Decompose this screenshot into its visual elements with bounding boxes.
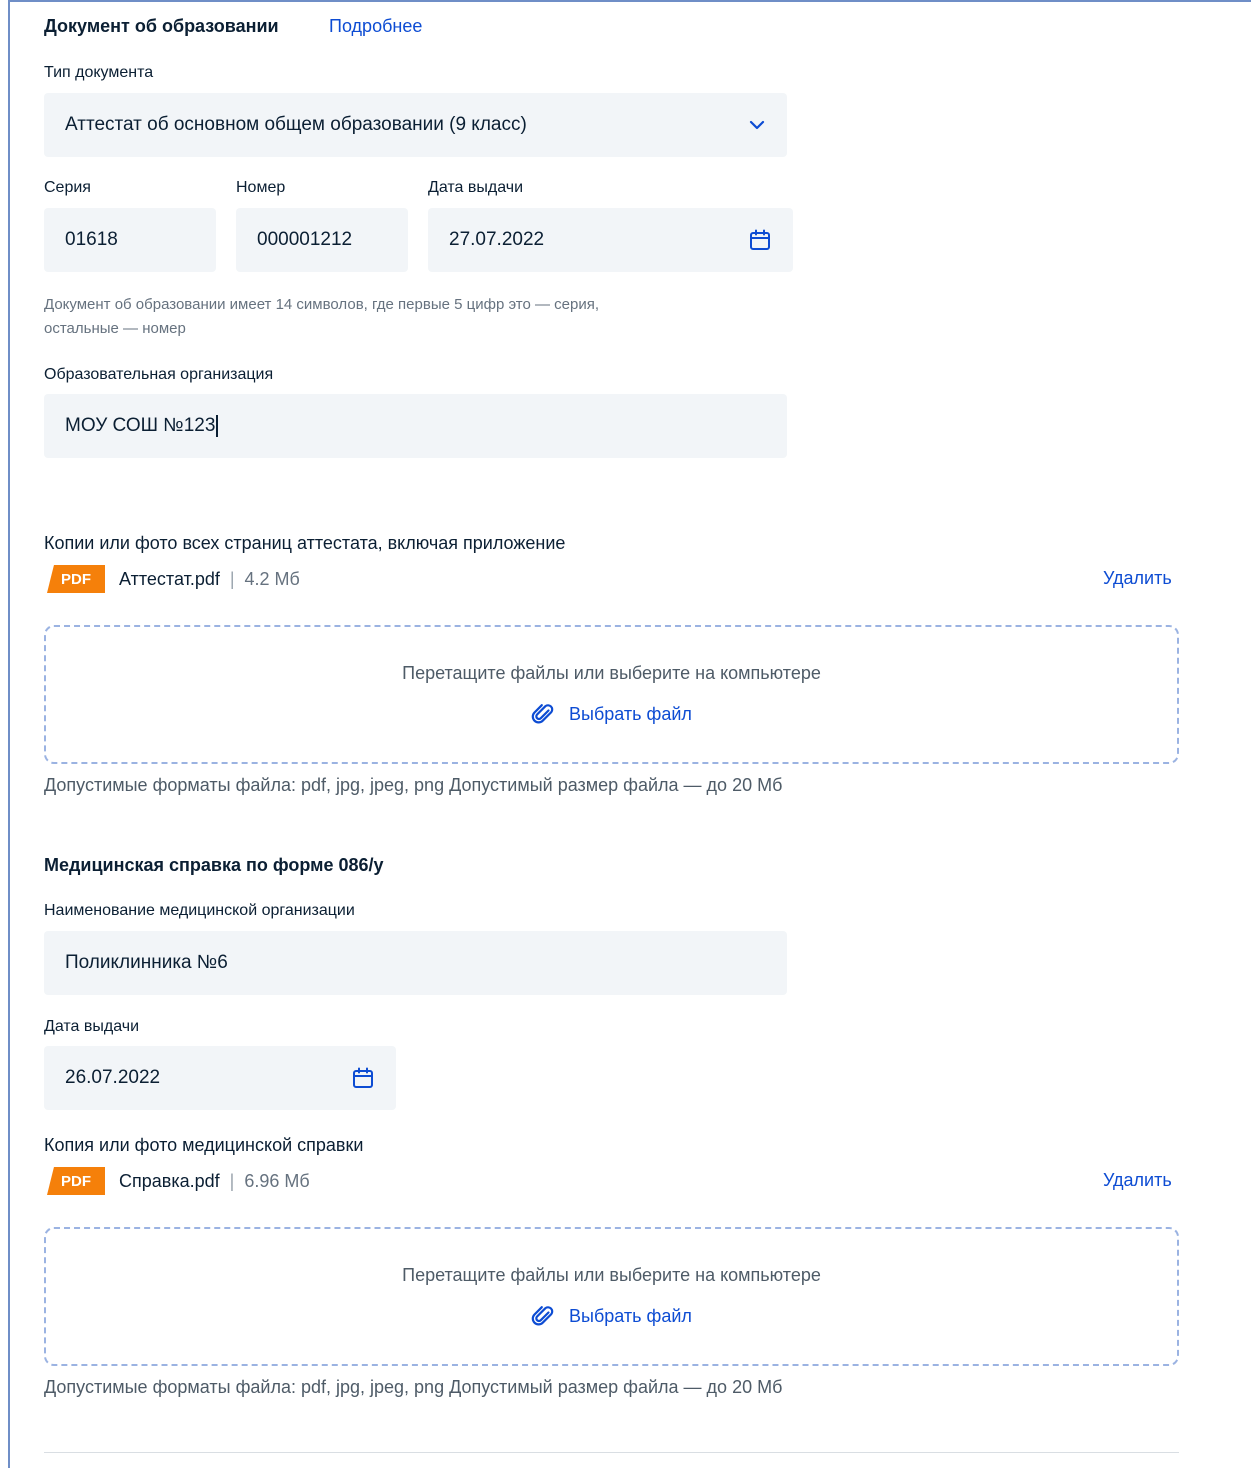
chevron-down-icon xyxy=(749,120,765,130)
number-input[interactable]: 000001212 xyxy=(236,208,408,272)
issue-date-label: Дата выдачи xyxy=(428,179,524,196)
org-label: Образовательная организация xyxy=(44,366,274,383)
org-value: МОУ СОШ №123 xyxy=(65,415,216,436)
hint-line-1: Документ об образовании имеет 14 символо… xyxy=(44,296,600,313)
hint-line-2: остальные — номер xyxy=(44,320,186,337)
med-issue-date-label: Дата выдачи xyxy=(44,1018,140,1035)
allowed-formats-text: Допустимые форматы файла: pdf, jpg, jpeg… xyxy=(44,1377,783,1397)
number-label: Номер xyxy=(236,179,286,196)
med-org-label: Наименование медицинской организации xyxy=(44,902,355,919)
dropzone-text: Перетащите файлы или выберите на компьют… xyxy=(402,1265,821,1285)
file-separator: | xyxy=(229,568,235,589)
frame-left-border xyxy=(8,0,10,1468)
med-org-input[interactable]: Поликлинника №6 xyxy=(44,931,787,995)
file-separator: | xyxy=(229,1170,235,1191)
edu-section-title: Документ об образовании xyxy=(44,16,279,36)
choose-file-label: Выбрать файл xyxy=(569,703,692,724)
file-dropzone[interactable]: Перетащите файлы или выберите на компьют… xyxy=(44,1227,1179,1366)
series-value: 01618 xyxy=(65,229,118,250)
delete-file-link[interactable]: Удалить xyxy=(1103,568,1172,589)
more-link[interactable]: Подробнее xyxy=(329,16,422,37)
attached-file-row: PDF Справка.pdf | 6.96 Мб xyxy=(47,1167,310,1195)
doc-number-hint: Документ об образовании имеет 14 символо… xyxy=(44,293,804,341)
file-name: Справка.pdf xyxy=(119,1170,220,1191)
dropzone-text: Перетащите файлы или выберите на компьют… xyxy=(402,663,821,683)
med-issue-date-value: 26.07.2022 xyxy=(65,1067,161,1088)
pdf-file-icon: PDF xyxy=(47,565,105,593)
paperclip-icon xyxy=(531,1304,555,1328)
org-input[interactable]: МОУ СОШ №123 xyxy=(44,394,787,458)
series-input[interactable]: 01618 xyxy=(44,208,216,272)
frame-top-border xyxy=(8,0,1251,2)
number-value: 000001212 xyxy=(257,229,353,250)
calendar-icon[interactable] xyxy=(352,1067,374,1089)
allowed-formats-text: Допустимые форматы файла: pdf, jpg, jpeg… xyxy=(44,775,783,795)
med-section-title: Медицинская справка по форме 086/у xyxy=(44,855,384,875)
paperclip-icon xyxy=(531,702,555,726)
copies-label: Копии или фото всех страниц аттестата, в… xyxy=(44,533,566,553)
med-issue-date-input[interactable]: 26.07.2022 xyxy=(44,1046,396,1110)
med-org-value: Поликлинника №6 xyxy=(65,952,228,973)
choose-file-label: Выбрать файл xyxy=(569,1305,692,1326)
doc-type-value: Аттестат об основном общем образовании (… xyxy=(65,114,527,135)
section-divider xyxy=(44,1452,1179,1453)
doc-type-label: Тип документа xyxy=(44,64,154,81)
file-size: 4.2 Мб xyxy=(244,568,300,589)
file-size: 6.96 Мб xyxy=(244,1170,310,1191)
file-dropzone[interactable]: Перетащите файлы или выберите на компьют… xyxy=(44,625,1179,764)
text-cursor xyxy=(216,415,218,437)
series-label: Серия xyxy=(44,179,91,196)
delete-file-link[interactable]: Удалить xyxy=(1103,1170,1172,1191)
file-name: Аттестат.pdf xyxy=(119,568,220,589)
doc-type-select[interactable]: Аттестат об основном общем образовании (… xyxy=(44,93,787,157)
med-copy-label: Копия или фото медицинской справки xyxy=(44,1135,364,1155)
pdf-file-icon: PDF xyxy=(47,1167,105,1195)
choose-file-button[interactable]: Выбрать файл xyxy=(531,702,692,726)
issue-date-value: 27.07.2022 xyxy=(449,229,545,250)
attached-file-row: PDF Аттестат.pdf | 4.2 Мб xyxy=(47,565,300,593)
calendar-icon[interactable] xyxy=(749,229,771,251)
choose-file-button[interactable]: Выбрать файл xyxy=(531,1304,692,1328)
issue-date-input[interactable]: 27.07.2022 xyxy=(428,208,793,272)
